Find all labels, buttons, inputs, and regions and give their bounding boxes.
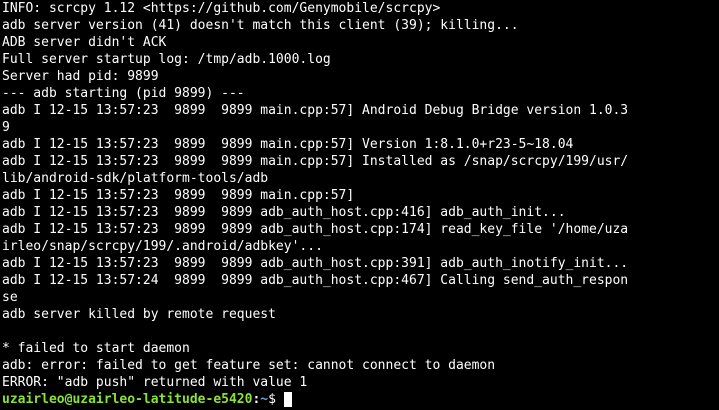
output-line: adb I 12-15 13:57:23 9899 9899 adb_auth_… bbox=[2, 205, 566, 220]
prompt-symbol: $ bbox=[268, 392, 284, 407]
output-line: adb I 12-15 13:57:23 9899 9899 main.cpp:… bbox=[2, 154, 629, 169]
prompt-path: ~ bbox=[260, 392, 269, 407]
output-line: irleo/snap/scrcpy/199/.android/adbkey'..… bbox=[2, 239, 323, 254]
output-line: adb server killed by remote request bbox=[2, 307, 276, 322]
output-line: adb I 12-15 13:57:23 9899 9899 main.cpp:… bbox=[2, 188, 355, 203]
terminal-output: INFO: scrcpy 1.12 <https://github.com/Ge… bbox=[2, 0, 719, 408]
output-line: --- adb starting (pid 9899) --- bbox=[2, 86, 245, 101]
output-line: lib/android-sdk/platform-tools/adb bbox=[2, 171, 269, 186]
output-line-blank bbox=[2, 323, 719, 340]
output-line: adb I 12-15 13:57:24 9899 9899 adb_auth_… bbox=[2, 273, 629, 288]
output-line: Server had pid: 9899 bbox=[2, 69, 159, 84]
output-line: INFO: scrcpy 1.12 <https://github.com/Ge… bbox=[2, 1, 441, 16]
output-line: * failed to start daemon bbox=[2, 341, 190, 356]
output-line: se bbox=[2, 290, 18, 305]
output-line: ERROR: "adb push" returned with value 1 bbox=[2, 375, 308, 390]
output-line: Full server startup log: /tmp/adb.1000.l… bbox=[2, 52, 331, 67]
text-cursor[interactable] bbox=[283, 392, 292, 407]
output-line: adb server version (41) doesn't match th… bbox=[2, 18, 519, 33]
prompt-user-host: uzairleo@uzairleo-latitude-e5420 bbox=[2, 392, 253, 407]
output-line: ADB server didn't ACK bbox=[2, 35, 167, 50]
output-line: adb I 12-15 13:57:23 9899 9899 adb_auth_… bbox=[2, 256, 629, 271]
output-line: adb: error: failed to get feature set: c… bbox=[2, 358, 496, 373]
output-line: adb I 12-15 13:57:23 9899 9899 main.cpp:… bbox=[2, 103, 629, 118]
output-line: 9 bbox=[2, 120, 10, 135]
terminal-window[interactable]: INFO: scrcpy 1.12 <https://github.com/Ge… bbox=[0, 0, 719, 410]
prompt-separator: : bbox=[252, 392, 261, 407]
output-line: adb I 12-15 13:57:23 9899 9899 main.cpp:… bbox=[2, 137, 574, 152]
output-line: adb I 12-15 13:57:23 9899 9899 adb_auth_… bbox=[2, 222, 629, 237]
shell-prompt[interactable]: uzairleo@uzairleo-latitude-e5420: ~ $ bbox=[2, 391, 719, 408]
